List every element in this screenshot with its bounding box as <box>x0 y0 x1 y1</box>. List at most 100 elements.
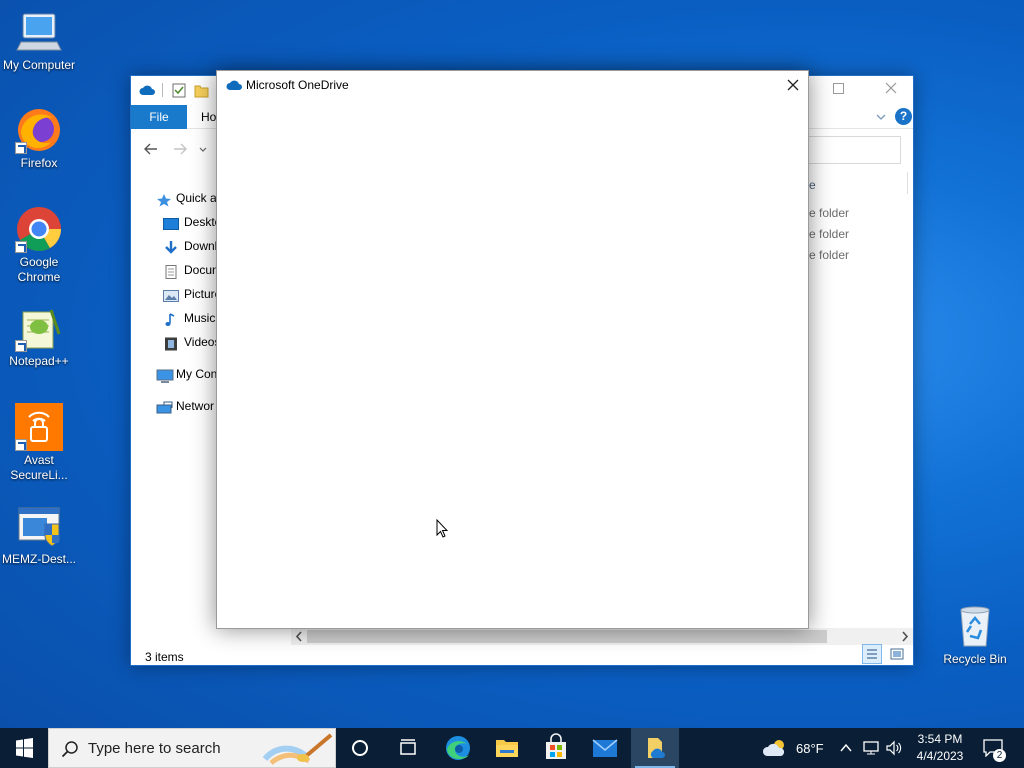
column-divider <box>907 172 908 194</box>
notification-count-badge: 2 <box>993 749 1006 762</box>
taskbar-edge-button[interactable] <box>434 728 482 768</box>
weather-cloud-icon[interactable] <box>762 739 790 760</box>
list-item[interactable]: e folder <box>809 245 849 266</box>
list-item[interactable]: e folder <box>809 224 849 245</box>
search-highlight-brush-icon <box>261 733 335 768</box>
desktop-icon-label: Firefox <box>20 156 58 170</box>
search-icon <box>61 740 79 761</box>
shortcut-arrow-icon <box>15 241 27 253</box>
task-view-icon <box>400 739 416 755</box>
mouse-cursor-icon <box>436 518 449 541</box>
dialog-content-area <box>217 101 808 628</box>
qat-divider <box>162 83 163 97</box>
desktop-icon-label: Notepad++ <box>9 354 69 368</box>
network-icon <box>156 399 173 414</box>
shortcut-arrow-icon <box>15 142 27 154</box>
desktop-icon-label: Avast SecureLi... <box>10 453 68 482</box>
memz-shield-icon <box>15 502 63 550</box>
folder-icon <box>496 740 518 757</box>
nav-label: Downl <box>184 239 218 253</box>
onedrive-dialog[interactable]: Microsoft OneDrive <box>216 70 809 629</box>
file-list: e folder e folder e folder <box>809 203 849 266</box>
nav-label: My Con <box>176 367 218 381</box>
desktop-icon-notepadpp[interactable]: Notepad++ <box>0 304 78 369</box>
store-icon <box>546 733 566 759</box>
cortana-button[interactable] <box>336 728 384 768</box>
recycle-bin-icon <box>951 602 999 650</box>
cortana-circle-icon <box>352 740 368 756</box>
shortcut-arrow-icon <box>15 340 27 352</box>
chrome-icon <box>15 205 63 253</box>
scroll-left-icon[interactable] <box>295 631 303 645</box>
view-switcher <box>860 644 907 667</box>
chevron-down-icon[interactable] <box>875 111 887 126</box>
taskbar-file-explorer-button[interactable] <box>483 728 531 768</box>
network-status-icon[interactable] <box>862 740 880 759</box>
desktop-icon-my-computer[interactable]: My Computer <box>0 8 78 73</box>
taskbar-store-button[interactable] <box>532 728 580 768</box>
desktop-folder-icon <box>163 215 179 230</box>
desktop-icon-recycle-bin[interactable]: Recycle Bin <box>936 602 1014 667</box>
mail-icon <box>592 739 618 757</box>
large-icons-view-icon[interactable] <box>887 644 907 664</box>
scrollbar-thumb[interactable] <box>307 630 827 643</box>
avast-lock-icon <box>15 403 63 451</box>
forward-arrow-icon[interactable] <box>172 142 188 159</box>
taskbar-onedrive-running-button[interactable] <box>631 728 679 768</box>
weather-temperature[interactable]: 68°F <box>796 741 824 756</box>
clock-date[interactable]: 4/4/2023 <box>910 749 970 763</box>
back-arrow-icon[interactable] <box>143 142 159 159</box>
onedrive-folder-icon <box>648 738 665 758</box>
desktop-icon-memz[interactable]: MEMZ-Dest... <box>0 502 78 567</box>
desktop-icon-label: Google Chrome <box>17 255 61 284</box>
windows-logo-icon <box>16 738 33 758</box>
nav-label: Docun <box>184 263 219 277</box>
maximize-icon[interactable] <box>833 83 844 94</box>
desktop-icon-label: My Computer <box>2 58 76 72</box>
status-item-count: 3 items <box>145 650 184 664</box>
tab-file[interactable]: File <box>131 105 187 129</box>
desktop-icon-label: MEMZ-Dest... <box>2 552 76 566</box>
nav-label: Videos <box>184 335 221 349</box>
onedrive-cloud-icon <box>139 84 155 99</box>
desktop-icon-label: Recycle Bin <box>943 652 1007 666</box>
taskbar: Type here to search 68°F 3:54 PM 4/4/202… <box>0 728 1024 768</box>
firefox-icon <box>15 106 63 154</box>
scroll-right-icon[interactable] <box>901 631 909 645</box>
start-button[interactable] <box>0 728 48 768</box>
chevron-up-icon[interactable] <box>839 742 853 757</box>
onedrive-cloud-icon <box>226 80 242 94</box>
desktop-icon-firefox[interactable]: Firefox <box>0 106 78 171</box>
help-icon[interactable]: ? <box>895 108 912 125</box>
desktop-icon-avast-secureline[interactable]: Avast SecureLi... <box>0 403 78 483</box>
search-placeholder: Type here to search <box>88 740 221 757</box>
properties-icon[interactable] <box>172 83 186 101</box>
document-icon <box>163 263 179 279</box>
monitor-icon <box>15 8 63 56</box>
task-view-button[interactable] <box>384 728 432 768</box>
star-icon <box>156 191 172 207</box>
nav-label: Music <box>184 311 216 325</box>
new-folder-icon[interactable] <box>194 83 209 101</box>
desktop-icon-chrome[interactable]: Google Chrome <box>0 205 78 285</box>
taskbar-mail-button[interactable] <box>581 728 629 768</box>
close-icon[interactable] <box>883 80 899 99</box>
dialog-close-button[interactable] <box>778 71 808 101</box>
edge-icon <box>446 736 470 760</box>
horizontal-scrollbar[interactable] <box>291 628 913 645</box>
column-header-name[interactable]: e <box>809 178 816 192</box>
videos-icon <box>163 335 179 351</box>
nav-label: Quick a <box>176 191 217 205</box>
music-icon <box>163 311 179 326</box>
details-view-icon[interactable] <box>861 644 882 664</box>
notepadpp-icon <box>15 304 63 352</box>
dialog-title: Microsoft OneDrive <box>246 78 349 92</box>
clock-time[interactable]: 3:54 PM <box>914 732 966 746</box>
tab-home[interactable]: Ho <box>201 105 216 129</box>
list-item[interactable]: e folder <box>809 203 849 224</box>
volume-icon[interactable] <box>885 740 903 759</box>
taskbar-search-input[interactable]: Type here to search <box>48 728 336 768</box>
computer-icon <box>156 367 174 383</box>
recent-locations-chevron-icon[interactable] <box>198 144 208 158</box>
shortcut-arrow-icon <box>15 439 27 451</box>
